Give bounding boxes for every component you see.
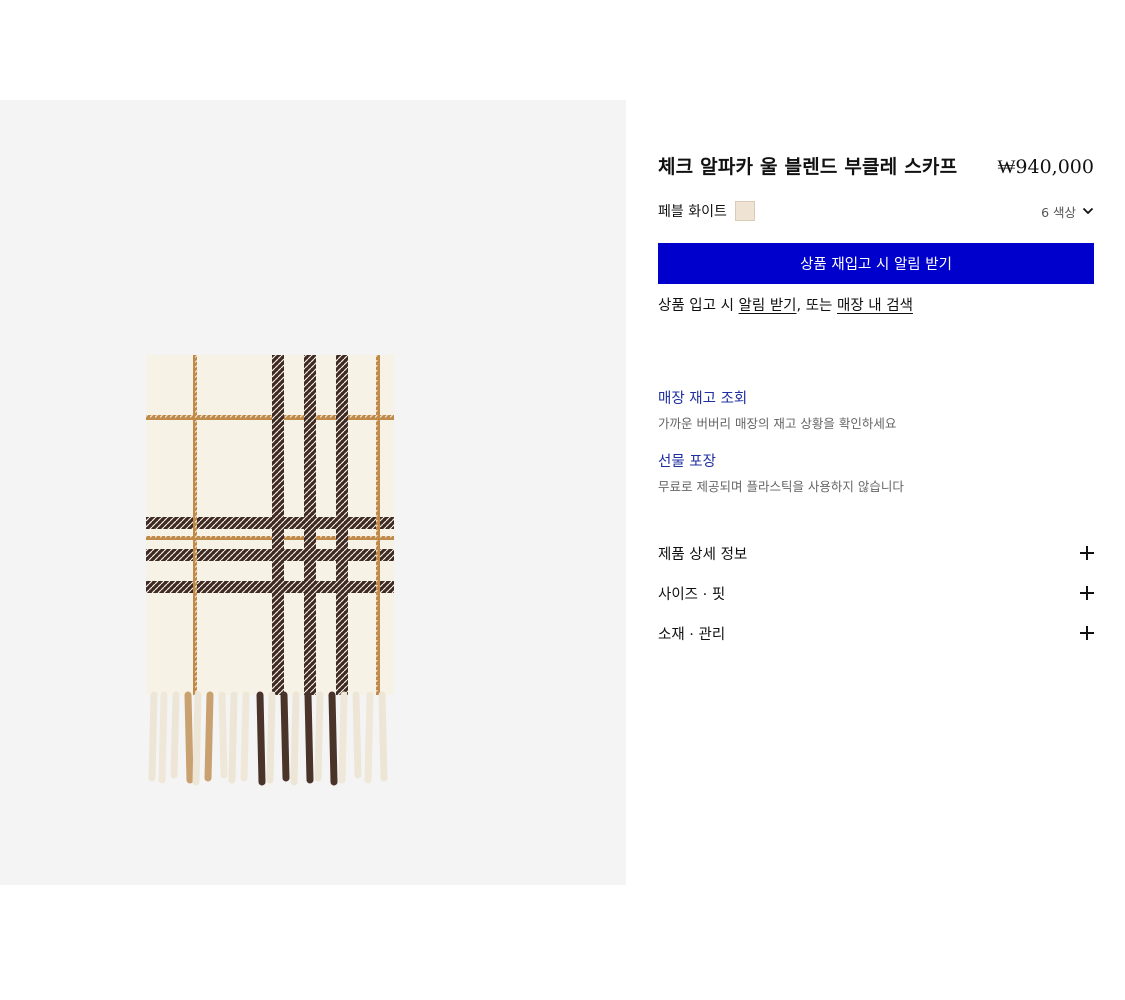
plus-icon (1080, 546, 1094, 560)
store-stock-desc: 가까운 버버리 매장의 재고 상황을 확인하세요 (658, 416, 897, 431)
product-accordion: 제품 상세 정보 사이즈 · 핏 소재 · 관리 (658, 533, 1094, 653)
color-selected: 페블 화이트 (658, 201, 755, 221)
title-row: 체크 알파카 울 블렌드 부클레 스카프 ₩940,000 (658, 152, 1094, 179)
product-details: 체크 알파카 울 블렌드 부클레 스카프 ₩940,000 페블 화이트 6 색… (658, 152, 1094, 653)
accordion-size-fit[interactable]: 사이즈 · 핏 (658, 573, 1094, 613)
notify-line: 상품 입고 시 알림 받기, 또는 매장 내 검색 (658, 294, 1094, 315)
product-title: 체크 알파카 울 블렌드 부클레 스카프 (658, 156, 958, 178)
notify-link[interactable]: 알림 받기 (739, 298, 797, 314)
color-count-label: 6 색상 (1041, 204, 1076, 220)
color-name: 페블 화이트 (658, 204, 727, 220)
accordion-product-details[interactable]: 제품 상세 정보 (658, 533, 1094, 573)
product-image-panel[interactable] (0, 100, 626, 885)
product-image (140, 350, 400, 790)
scarf-illustration (146, 355, 394, 786)
notify-prefix: 상품 입고 시 (658, 298, 739, 314)
store-search-link[interactable]: 매장 내 검색 (837, 298, 913, 314)
store-stock-link[interactable]: 매장 재고 조회 (658, 387, 1094, 408)
store-stock-service: 매장 재고 조회 가까운 버버리 매장의 재고 상황을 확인하세요 (658, 387, 1094, 432)
accordion-material-care[interactable]: 소재 · 관리 (658, 613, 1094, 653)
plus-icon (1080, 626, 1094, 640)
product-price: ₩940,000 (997, 156, 1094, 178)
color-swatch[interactable] (734, 201, 755, 221)
color-row: 페블 화이트 6 색상 (658, 201, 1094, 221)
plus-icon (1080, 586, 1094, 600)
gift-wrap-service: 선물 포장 무료로 제공되며 플라스틱을 사용하지 않습니다 (658, 450, 1094, 495)
accordion-label: 제품 상세 정보 (658, 546, 748, 563)
notify-middle: , 또는 (796, 298, 838, 314)
color-dropdown[interactable]: 6 색상 (1041, 202, 1094, 221)
gift-wrap-link[interactable]: 선물 포장 (658, 450, 1094, 471)
accordion-label: 소재 · 관리 (658, 626, 726, 643)
restock-notify-button[interactable]: 상품 재입고 시 알림 받기 (658, 243, 1094, 284)
chevron-down-icon (1082, 207, 1094, 215)
gift-wrap-desc: 무료로 제공되며 플라스틱을 사용하지 않습니다 (658, 479, 904, 494)
accordion-label: 사이즈 · 핏 (658, 586, 726, 603)
